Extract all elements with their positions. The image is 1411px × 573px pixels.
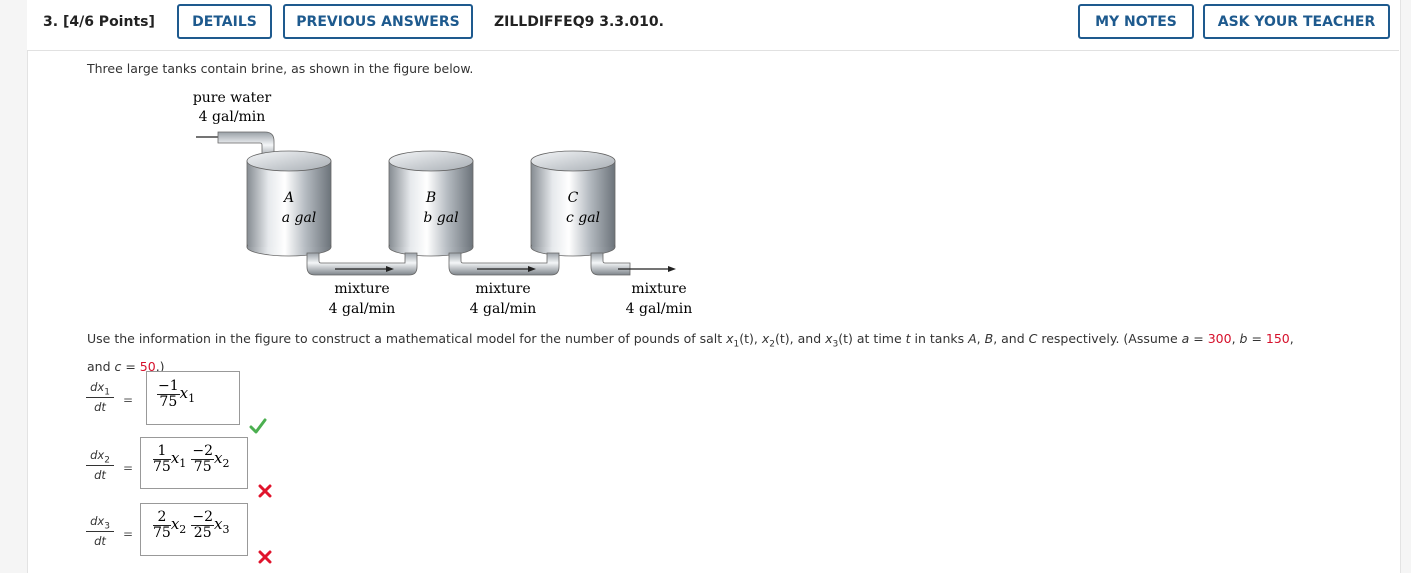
tank-a-letter: A	[282, 190, 294, 206]
tank-b: B b gal	[388, 150, 474, 257]
a-value: 300	[1207, 331, 1232, 346]
eq3-term2-var: x3	[214, 515, 230, 536]
eq2-lhs: dx2 dt	[86, 448, 114, 482]
eq3-answer-box[interactable]: 2 75 x2 −2 25 x3	[140, 503, 248, 556]
flow-1-label: mixture	[334, 281, 389, 297]
tank-c-letter: C	[568, 190, 579, 206]
incorrect-x-icon	[258, 550, 272, 564]
tank-b-letter: B	[425, 190, 436, 206]
problem-code: ZILLDIFFEQ9 3.3.010.	[494, 14, 664, 30]
previous-answers-button[interactable]: PREVIOUS ANSWERS	[283, 4, 473, 39]
eq1-term1-var: x1	[179, 384, 196, 405]
tank-c: C c gal	[530, 150, 616, 257]
eq1-answer-box[interactable]: −1 75 x1	[146, 371, 240, 425]
question-prompt: Use the information in the figure to con…	[87, 331, 1294, 374]
question-header: 3. [4/6 Points] DETAILS PREVIOUS ANSWERS…	[27, 0, 1399, 51]
eq1-equals: =	[123, 393, 134, 407]
flow-1-rate: 4 gal/min	[329, 301, 396, 317]
pipe-a-to-b	[306, 252, 418, 276]
inflow-label: pure water	[193, 90, 272, 106]
eq3-equals: =	[123, 527, 134, 541]
pipe-b-to-c	[448, 252, 560, 276]
incorrect-x-icon	[258, 484, 272, 498]
inflow-rate: 4 gal/min	[199, 109, 266, 125]
flow-3-label: mixture	[631, 281, 686, 297]
eq2-answer-box[interactable]: 1 75 x1 −2 75 x2	[140, 437, 248, 489]
question-number: 3. [4/6 Points]	[43, 14, 155, 30]
checkmark-icon	[249, 418, 267, 434]
eq1-lhs: dx1 dt	[86, 380, 114, 414]
flow-2-rate: 4 gal/min	[470, 301, 537, 317]
eq2-term2-var: x2	[214, 449, 230, 470]
my-notes-button[interactable]: MY NOTES	[1078, 4, 1194, 39]
tank-b-volume: b gal	[423, 210, 458, 226]
eq2-term2-fraction: −2 75	[191, 443, 215, 475]
intro-text: Three large tanks contain brine, as show…	[87, 61, 474, 76]
tank-a-volume: a gal	[282, 210, 317, 226]
flow-2-label: mixture	[475, 281, 530, 297]
eq2-term1-fraction: 1 75	[153, 443, 171, 475]
eq3-term1-fraction: 2 75	[153, 509, 171, 541]
eq3-lhs: dx3 dt	[86, 514, 114, 548]
flow-3-rate: 4 gal/min	[626, 301, 693, 317]
tank-c-volume: c gal	[566, 210, 600, 226]
eq3-term2-fraction: −2 25	[191, 509, 215, 541]
eq1-term1-fraction: −1 75	[157, 378, 180, 410]
eq2-term1-var: x1	[170, 449, 187, 470]
outflow-pipe	[590, 252, 631, 276]
eq2-equals: =	[123, 461, 134, 475]
details-button[interactable]: DETAILS	[177, 4, 272, 39]
eq3-term1-var: x2	[170, 515, 187, 536]
ask-your-teacher-button[interactable]: ASK YOUR TEACHER	[1203, 4, 1390, 39]
tank-a: A a gal	[246, 150, 332, 257]
three-tanks-figure: pure water 4 gal/min A a gal B b gal C c…	[193, 90, 693, 317]
b-value: 150	[1265, 331, 1290, 346]
